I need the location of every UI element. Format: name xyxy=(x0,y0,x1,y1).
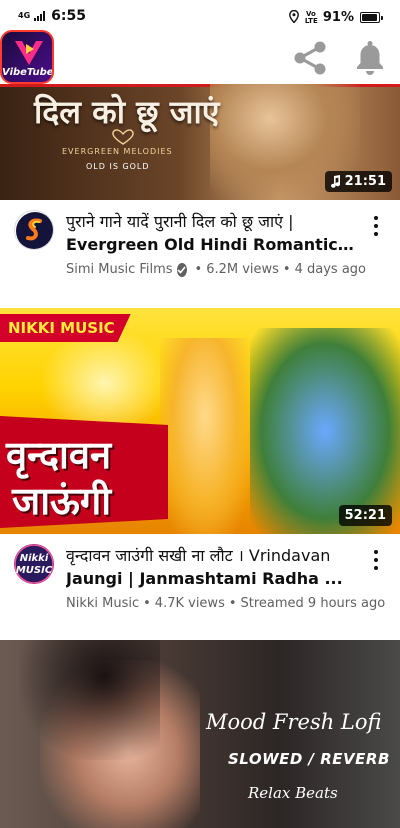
separator: • xyxy=(194,262,203,277)
video-meta[interactable]: पुराने गाने यादें पुरानी दिल को छू जाएं … xyxy=(0,200,400,300)
channel-logo-text: Nikki MUSIC xyxy=(15,553,53,576)
channel-avatar[interactable] xyxy=(14,210,54,250)
thumbnail-title-line1: वृन्दावन xyxy=(6,433,112,477)
video-subline: Simi Music Films • 6.2M views • 4 days a… xyxy=(66,262,366,277)
signal-icon xyxy=(34,11,46,21)
thumbnail-subtitle: EVERGREEN MELODIES xyxy=(62,147,173,156)
notifications-button[interactable] xyxy=(350,38,390,78)
separator: • xyxy=(143,596,151,611)
app-logo[interactable]: VibeTube xyxy=(0,30,54,84)
channel-name[interactable]: Simi Music Films xyxy=(66,262,173,277)
video-title[interactable]: पुराने गाने यादें पुरानी दिल को छू जाएं … xyxy=(66,210,358,256)
duration-text: 21:51 xyxy=(344,174,386,189)
video-title-line2: Jaungi | Janmashtami Radha ... xyxy=(66,569,343,588)
status-bar: 4G 6:55 Vo LTE 91% xyxy=(0,0,400,30)
battery-percent: 91% xyxy=(322,10,354,25)
verified-icon xyxy=(176,262,187,277)
play-heart-icon xyxy=(15,41,43,65)
share-button[interactable] xyxy=(290,38,330,78)
duration-badge: 52:21 xyxy=(338,505,392,526)
video-title-line1: वृन्दावन जाउंगी सखी ना लौट । Vrindavan xyxy=(66,546,331,565)
thumbnail-title-line2: जाऊंगी xyxy=(12,479,112,523)
app-name: VibeTube xyxy=(2,67,54,78)
thumbnail-hair xyxy=(20,640,160,760)
duration-badge: 21:51 xyxy=(324,171,392,192)
channel-logo-icon xyxy=(16,212,53,249)
top-actions xyxy=(290,38,390,78)
volte-indicator: Vo LTE xyxy=(304,9,318,25)
video-thumbnail[interactable]: दिल को छू जाएं EVERGREEN MELODIES OLD IS… xyxy=(0,84,400,200)
upload-age: Streamed 9 hours ago xyxy=(240,596,386,611)
video-title[interactable]: वृन्दावन जाउंगी सखी ना लौट । Vrindavan J… xyxy=(66,544,358,590)
status-time: 6:55 xyxy=(51,8,86,24)
more-options-button[interactable] xyxy=(368,214,384,238)
video-title-line2: Evergreen Old Hindi Romantic Son... xyxy=(66,235,358,254)
video-subline: Nikki Music • 4.7K views • Streamed 9 ho… xyxy=(66,596,385,611)
view-count: 4.7K views xyxy=(154,596,225,611)
thumbnail-tagline: Relax Beats xyxy=(248,784,338,802)
upload-age: 4 days ago xyxy=(294,262,366,277)
heart-ornament-icon xyxy=(112,129,134,145)
view-count: 6.2M views xyxy=(206,262,279,277)
thumbnail-title: दिल को छू जाएं xyxy=(34,93,220,131)
video-thumbnail[interactable]: NIKKI MUSIC वृन्दावन जाऊंगी 52:21 xyxy=(0,308,400,534)
video-meta[interactable]: Nikki MUSIC वृन्दावन जाउंगी सखी ना लौट ।… xyxy=(0,534,400,634)
thumbnail-tagline: OLD IS GOLD xyxy=(86,162,150,171)
channel-avatar[interactable]: Nikki MUSIC xyxy=(14,544,54,584)
channel-name[interactable]: Nikki Music xyxy=(66,596,139,611)
video-title-line1: पुराने गाने यादें पुरानी दिल को छू जाएं … xyxy=(66,212,294,231)
thumbnail-dancer xyxy=(160,338,250,534)
duration-text: 52:21 xyxy=(344,508,386,523)
more-options-button[interactable] xyxy=(368,548,384,572)
battery-icon xyxy=(360,12,383,23)
thumbnail-subtitle: SLOWED / REVERB xyxy=(228,750,390,768)
share-icon xyxy=(294,41,326,75)
thumbnail-badge: NIKKI MUSIC xyxy=(0,314,131,342)
separator: • xyxy=(228,596,237,611)
thumbnail-title: Mood Fresh Lofi xyxy=(206,710,382,734)
separator: • xyxy=(282,262,291,277)
video-thumbnail[interactable]: Mood Fresh Lofi SLOWED / REVERB Relax Be… xyxy=(0,640,400,828)
music-note-icon xyxy=(330,175,340,188)
network-type: 4G xyxy=(18,11,31,20)
bell-icon xyxy=(357,41,383,75)
thumbnail-deities xyxy=(250,328,400,534)
location-icon xyxy=(288,8,299,27)
